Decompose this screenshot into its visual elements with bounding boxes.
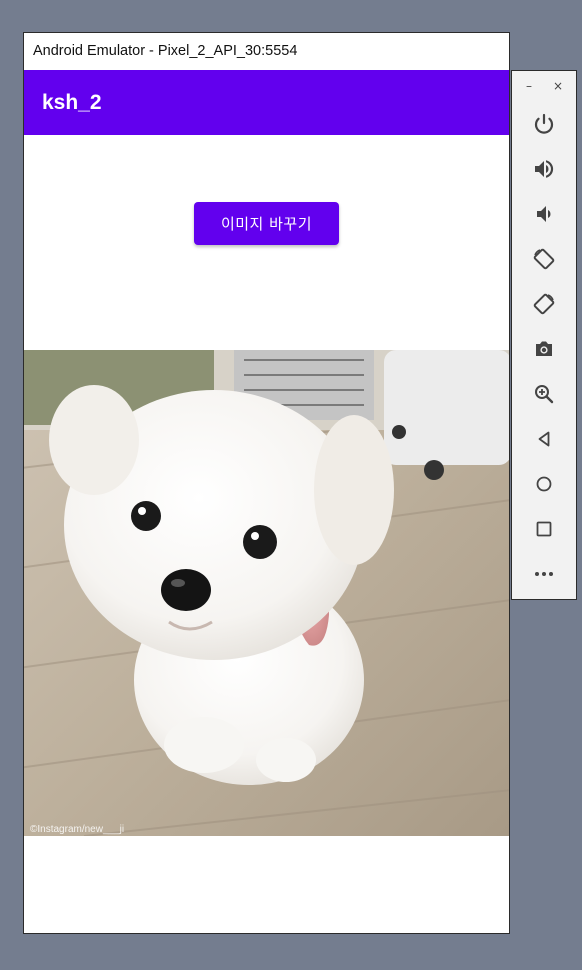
more-icon <box>535 572 553 576</box>
app-content: 이미지 바꾸기 ©Instagram/new___ji <box>24 135 509 933</box>
volume-down-icon <box>537 206 551 222</box>
back-button[interactable] <box>528 423 560 455</box>
home-icon <box>536 476 552 492</box>
power-button[interactable] <box>528 108 560 140</box>
puppy-image: ©Instagram/new___ji <box>24 350 509 836</box>
minimize-button[interactable]: – <box>526 79 532 93</box>
rotate-right-button[interactable] <box>528 288 560 320</box>
more-button[interactable] <box>528 558 560 590</box>
rotate-left-button[interactable] <box>528 243 560 275</box>
app-title: ksh_2 <box>42 91 102 114</box>
window-title: Android Emulator - Pixel_2_API_30:5554 <box>24 33 509 70</box>
back-icon <box>538 431 550 447</box>
photo-watermark: ©Instagram/new___ji <box>30 824 124 835</box>
rotate-left-icon <box>533 248 555 270</box>
emulator-side-toolbar: – × <box>511 70 577 600</box>
volume-up-icon <box>535 160 554 178</box>
change-image-button[interactable]: 이미지 바꾸기 <box>194 202 339 245</box>
volume-up-button[interactable] <box>528 153 560 185</box>
toolbar-window-controls: – × <box>512 77 576 97</box>
overview-icon <box>536 521 552 537</box>
screenshot-button[interactable] <box>528 333 560 365</box>
close-button[interactable]: × <box>553 79 563 93</box>
overview-button[interactable] <box>528 513 560 545</box>
zoom-icon <box>535 385 554 404</box>
rotate-right-icon <box>533 293 555 315</box>
home-button[interactable] <box>528 468 560 500</box>
volume-down-button[interactable] <box>528 198 560 230</box>
zoom-button[interactable] <box>528 378 560 410</box>
emulator-window: Android Emulator - Pixel_2_API_30:5554 k… <box>23 32 510 934</box>
app-bar: ksh_2 <box>24 70 509 135</box>
camera-icon <box>536 341 552 356</box>
power-icon <box>534 113 554 134</box>
